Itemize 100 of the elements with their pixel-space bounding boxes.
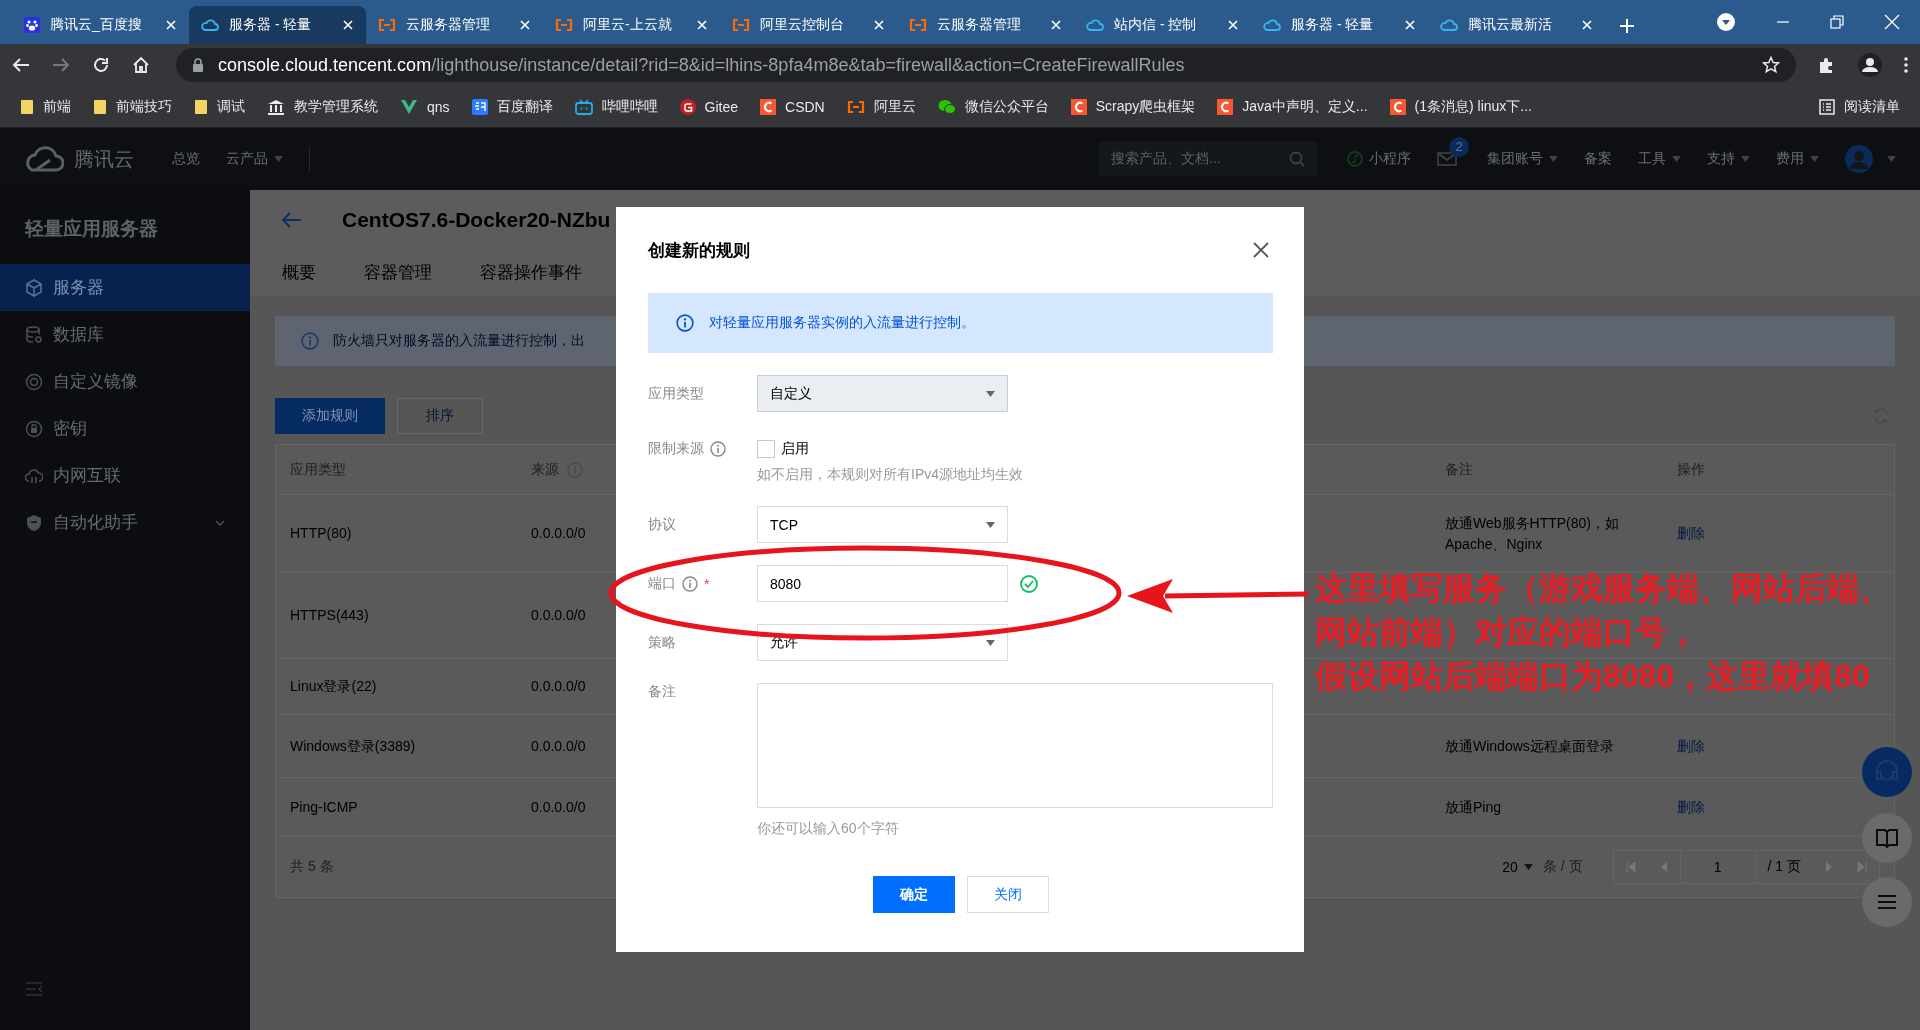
select-field[interactable]: TCP (757, 506, 1008, 543)
folder-icon (194, 98, 208, 115)
bookmark[interactable]: Gitee (679, 98, 739, 115)
nav-menu[interactable]: 云产品 (226, 150, 283, 168)
dialog-title: 创建新的规则 (648, 239, 750, 262)
cloud-icon (1263, 18, 1281, 32)
bookmark[interactable]: 教学管理系统 (267, 97, 378, 116)
profile-icon (1858, 53, 1882, 77)
bookmark[interactable]: 阿里云 (846, 97, 916, 116)
close-icon (1581, 19, 1593, 31)
browser-tab[interactable]: 站内信 - 控制 (1074, 6, 1251, 44)
table-cell: 放通Windows远程桌面登录 (1445, 737, 1614, 754)
nav-menu[interactable]: 工具 (1638, 150, 1681, 168)
table-cell: 0.0.0.0/0 (531, 798, 586, 815)
browser-tab[interactable]: 服务器 - 轻量 (1251, 6, 1428, 44)
sidebar-item[interactable]: 自动化助手 (0, 499, 250, 546)
sidebar-item[interactable]: 服务器 (0, 264, 250, 311)
bookmark[interactable]: 微信公众平台 (937, 97, 1049, 116)
more-icon (1904, 57, 1908, 73)
back-arrow-icon (282, 212, 302, 228)
c-logo-icon (760, 98, 777, 115)
hint-text: 如不启用，本规则对所有IPv4源地址均生效 (757, 466, 1024, 484)
folder-icon (93, 98, 107, 115)
brand-name: 腾讯云 (74, 146, 134, 172)
bookmark[interactable]: Scrapy爬虫框架 (1070, 97, 1196, 116)
field-label: 限制来源 (648, 440, 704, 458)
sidebar-item[interactable]: 内网互联 (0, 452, 250, 499)
nav-menu[interactable]: 支持 (1707, 150, 1750, 168)
bookmark[interactable]: qns (400, 98, 450, 115)
bookmark[interactable]: 百度翻译 (471, 97, 553, 116)
book-icon (1875, 828, 1899, 848)
cancel-button[interactable]: 关闭 (966, 876, 1049, 913)
url-text: console.cloud.tencent.com/lighthouse/instance/detail?rid=8&id=lhins-8pfa4m8e&tab=firewall&action=CreateFirewallRules (218, 54, 1185, 76)
reading-list[interactable]: 阅读清单 (1819, 97, 1900, 116)
sidebar-item[interactable]: 密钥 (0, 405, 250, 452)
cloud-logo-icon (24, 146, 64, 172)
cloud-icon (1440, 18, 1458, 32)
browser-tab[interactable]: 云服务器管理 (897, 6, 1074, 44)
bookmark[interactable]: 哔哩哔哩 (574, 97, 658, 116)
last-page-icon (1857, 862, 1867, 872)
bookmark[interactable]: 前端技巧 (93, 97, 172, 116)
nav-menu[interactable]: 集团账号 (1487, 150, 1558, 168)
restore-icon (1830, 15, 1844, 29)
list-button[interactable] (1862, 877, 1912, 927)
sidebar-item[interactable]: 自定义镜像 (0, 358, 250, 405)
table-cell: 放通Ping (1445, 798, 1502, 815)
page-count: / 1 页 (1766, 858, 1802, 876)
support-button[interactable] (1862, 747, 1912, 797)
bookmark[interactable]: (1条消息) linux下... (1389, 97, 1532, 116)
port-input[interactable]: 8080 (757, 565, 1008, 602)
table-cell: Windows登录(3389) (290, 737, 416, 754)
checkbox[interactable] (757, 440, 775, 458)
browser-tab[interactable]: 云服务器管理 (366, 6, 543, 44)
nav-menu[interactable]: 费用 (1776, 150, 1819, 168)
docs-button[interactable] (1862, 813, 1912, 863)
caret-icon (1549, 156, 1558, 162)
close-icon (519, 19, 531, 31)
bracket-icon (378, 18, 396, 32)
caret-icon (1810, 156, 1819, 162)
close-button[interactable] (1253, 242, 1269, 258)
close-icon (873, 19, 885, 31)
folder-icon (20, 98, 34, 115)
caret-icon (986, 639, 995, 646)
bookmark[interactable]: 前端 (20, 97, 71, 116)
paw-icon (24, 17, 40, 33)
browser-tab[interactable]: 腾讯云最新活 (1428, 6, 1605, 44)
confirm-button[interactable]: 确定 (872, 876, 955, 913)
caret-icon (986, 521, 995, 528)
sidebar-title: 轻量应用服务器 (23, 217, 159, 241)
bookmark[interactable]: 调试 (194, 97, 245, 116)
caret-icon (1741, 156, 1750, 162)
bookmark[interactable]: Java中声明、定义... (1217, 97, 1368, 116)
mini-program-link[interactable]: 小程序 (1347, 150, 1411, 168)
search-icon (1289, 151, 1305, 167)
sidebar-item[interactable]: 数据库 (0, 311, 250, 358)
close-icon (165, 19, 177, 31)
cloud-icon (201, 18, 219, 32)
table-cell: HTTP(80) (290, 525, 352, 541)
c-logo-icon (1217, 98, 1234, 115)
home-icon (132, 56, 150, 74)
action-button[interactable]: 添加规则 (275, 398, 385, 434)
address-bar[interactable]: console.cloud.tencent.com/lighthouse/instance/detail?rid=8&id=lhins-8pfa4m8e&tab=firewall&action=CreateFirewallRules (176, 48, 1796, 82)
tv-icon (574, 98, 593, 115)
caret-icon (986, 390, 995, 397)
nav-menu[interactable]: 总览 (172, 150, 200, 168)
database-icon (25, 325, 43, 344)
nav-menu[interactable]: 备案 (1584, 150, 1612, 168)
forward-icon (52, 56, 70, 74)
bookmark[interactable]: CSDN (760, 98, 825, 115)
cloud-link-icon (25, 466, 43, 485)
browser-tab[interactable]: 腾讯云_百度搜 (12, 6, 189, 44)
chevron-down-icon (215, 519, 225, 526)
info-icon (710, 441, 726, 457)
browser-tab[interactable]: 阿里云-上云就 (543, 6, 720, 44)
chevron-logo-icon (400, 98, 418, 115)
browser-tab[interactable]: 服务器 - 轻量 (189, 6, 366, 44)
table-cell: 0.0.0.0/0 (531, 525, 586, 541)
note-input[interactable] (757, 683, 1273, 808)
browser-tab[interactable]: 阿里云控制台 (720, 6, 897, 44)
list-icon (1819, 98, 1835, 115)
